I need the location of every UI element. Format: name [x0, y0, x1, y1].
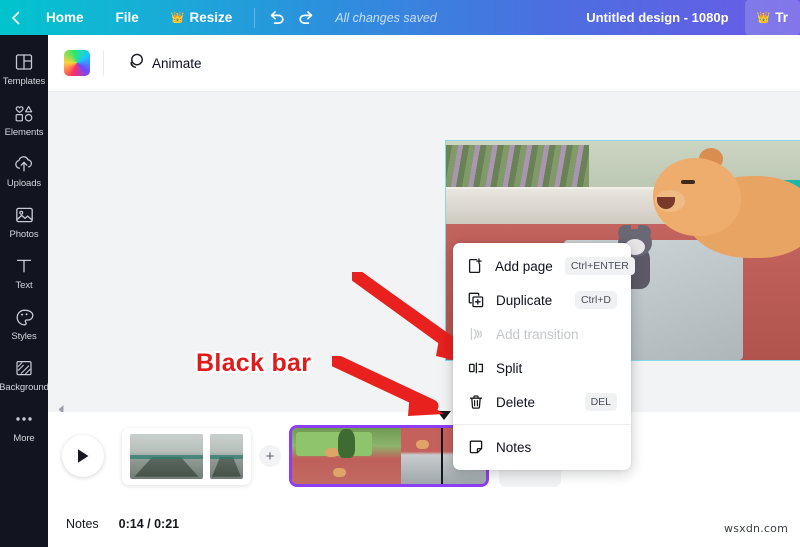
sidebar-label-templates: Templates — [2, 76, 46, 87]
play-icon — [78, 449, 89, 463]
menu-shortcut-add-page: Ctrl+ENTER — [564, 257, 635, 275]
menu-label-add-page: Add page — [495, 258, 553, 274]
top-toolbar: Home File 👑 Resize All changes saved Unt… — [0, 0, 800, 35]
menu-shortcut-duplicate: Ctrl+D — [574, 291, 617, 309]
crown-icon: 👑 — [170, 12, 185, 24]
menu-label-add-transition: Add transition — [496, 326, 579, 342]
sidebar-label-styles: Styles — [11, 331, 37, 342]
templates-icon — [15, 51, 33, 73]
plus-icon: + — [265, 447, 275, 465]
clip-context-menu: Add page Ctrl+ENTER Duplicate Ctrl+D Add… — [453, 243, 635, 470]
bear-character — [652, 147, 800, 276]
canva-video-editor-window: Home File 👑 Resize All changes saved Unt… — [0, 0, 800, 547]
text-icon — [15, 255, 33, 277]
uploads-icon — [14, 153, 34, 175]
sidebar-label-text: Text — [15, 280, 33, 291]
menu-label-duplicate: Duplicate — [496, 292, 553, 308]
back-button[interactable] — [0, 11, 30, 25]
sidebar-label-background: Background — [0, 382, 49, 393]
timeline-clip-group[interactable] — [122, 427, 251, 485]
timeline-thumbnail[interactable] — [130, 433, 203, 479]
animate-label: Animate — [152, 55, 202, 71]
sidebar-item-photos[interactable]: Photos — [0, 204, 48, 240]
menu-item-delete[interactable]: Delete DEL — [453, 385, 631, 419]
notes-icon — [467, 439, 484, 455]
timeline-bar: + — [48, 412, 800, 500]
menu-label-notes: Notes — [496, 439, 532, 455]
animate-icon — [126, 52, 145, 74]
sidebar-item-uploads[interactable]: Uploads — [0, 153, 48, 189]
playhead-triangle-marker[interactable] — [437, 411, 451, 420]
footer-notes-button[interactable]: Notes — [66, 517, 99, 531]
crown-icon: 👑 — [756, 12, 771, 24]
undo-button[interactable] — [261, 5, 291, 31]
menu-item-notes[interactable]: Notes — [453, 430, 631, 464]
toolbar-divider — [103, 50, 104, 76]
menu-divider — [453, 424, 631, 425]
menu-item-split[interactable]: Split — [453, 351, 631, 385]
footer-bar: Notes 0:14 / 0:21 — [48, 500, 800, 547]
home-label: Home — [46, 10, 84, 25]
playhead-line[interactable] — [441, 428, 444, 484]
add-clip-button[interactable]: + — [259, 445, 281, 467]
left-sidebar: Templates Elements Uploads Photos Text S… — [0, 35, 49, 547]
file-label: File — [115, 10, 139, 25]
footer-timecode: 0:14 / 0:21 — [118, 516, 180, 531]
menu-label-delete: Delete — [496, 394, 536, 410]
save-status: All changes saved — [335, 10, 437, 25]
menu-item-duplicate[interactable]: Duplicate Ctrl+D — [453, 283, 631, 317]
resize-button[interactable]: 👑 Resize — [155, 10, 248, 25]
home-button[interactable]: Home — [30, 10, 100, 25]
trash-icon — [467, 394, 484, 410]
sidebar-item-elements[interactable]: Elements — [0, 102, 48, 138]
menu-label-split: Split — [496, 360, 523, 376]
toolbar-divider — [254, 7, 256, 28]
undo-icon — [270, 11, 284, 24]
more-icon — [14, 408, 34, 430]
styles-icon — [15, 306, 34, 328]
sidebar-label-more: More — [13, 433, 35, 444]
file-menu-button[interactable]: File — [100, 10, 155, 25]
add-page-icon — [467, 258, 483, 274]
elements-icon — [14, 102, 34, 124]
photos-icon — [15, 204, 34, 226]
try-pro-button[interactable]: 👑 Tr — [744, 0, 800, 35]
sidebar-item-more[interactable]: More — [0, 408, 48, 444]
sidebar-label-photos: Photos — [9, 229, 39, 240]
redo-button[interactable] — [291, 5, 321, 31]
sidebar-label-uploads: Uploads — [6, 178, 42, 189]
editor-toolbar: Animate — [48, 35, 800, 92]
transition-icon — [467, 326, 484, 342]
sidebar-item-background[interactable]: Background — [0, 357, 49, 393]
menu-shortcut-delete: DEL — [584, 393, 617, 411]
redo-icon — [299, 11, 313, 24]
menu-item-add-page[interactable]: Add page Ctrl+ENTER — [453, 249, 635, 283]
annotation-black-bar-label: Black bar — [196, 349, 312, 377]
chevron-left-icon — [11, 11, 19, 24]
timeline-thumbnail[interactable] — [210, 433, 243, 479]
sidebar-item-templates[interactable]: Templates — [0, 51, 48, 87]
watermark: wsxdn.com — [724, 522, 788, 535]
split-icon — [467, 360, 484, 376]
resize-label: Resize — [189, 10, 233, 25]
canvas-workspace[interactable] — [48, 92, 800, 412]
try-label: Tr — [775, 10, 788, 25]
animate-button[interactable]: Animate — [117, 47, 211, 79]
sidebar-label-elements: Elements — [4, 127, 44, 138]
design-title[interactable]: Untitled design - 1080p — [586, 10, 728, 25]
sidebar-item-text[interactable]: Text — [0, 255, 48, 291]
caret-left-icon[interactable] — [54, 402, 68, 412]
duplicate-icon — [467, 292, 484, 308]
color-swatch-button[interactable] — [64, 50, 90, 76]
menu-item-add-transition: Add transition — [453, 317, 631, 351]
play-button[interactable] — [62, 435, 104, 477]
sidebar-item-styles[interactable]: Styles — [0, 306, 48, 342]
background-icon — [15, 357, 33, 379]
